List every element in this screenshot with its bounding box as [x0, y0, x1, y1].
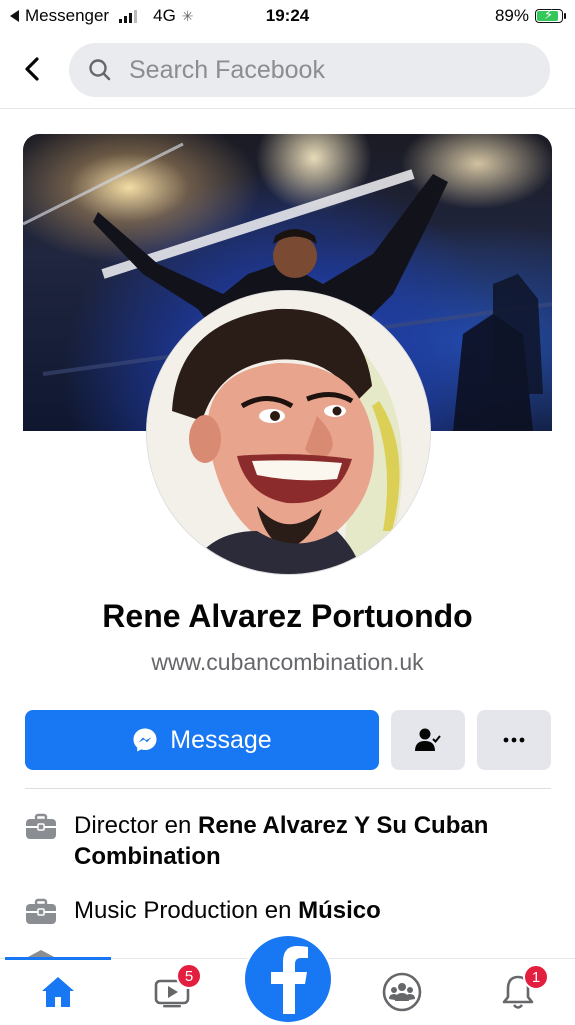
profile-name: Rene Alvarez Portuondo [102, 598, 473, 634]
info-prefix: Director en [74, 812, 199, 839]
briefcase-icon [26, 813, 56, 839]
tab-home[interactable] [28, 967, 88, 1017]
watch-badge: 5 [176, 963, 202, 989]
notifications-badge: 1 [523, 964, 549, 990]
message-button-label: Message [170, 725, 272, 754]
status-bar: Messenger 4G ✳ 19:24 89% ⚡ [0, 0, 575, 32]
briefcase-icon [26, 898, 56, 924]
clock: 19:24 [265, 6, 310, 25]
search-bar[interactable] [69, 43, 550, 97]
messenger-icon [133, 728, 157, 752]
more-dots-icon [503, 737, 525, 743]
chevron-left-icon [25, 57, 39, 81]
tab-watch[interactable]: 5 [142, 963, 202, 1017]
info-prefix: Music Production en [74, 897, 299, 924]
tab-groups[interactable] [372, 967, 432, 1017]
divider [25, 788, 551, 789]
facebook-logo-button[interactable] [245, 936, 331, 1022]
charging-bolt-icon: ⚡ [544, 7, 554, 22]
search-icon [89, 59, 111, 81]
person-check-icon [415, 728, 441, 751]
back-button[interactable] [18, 54, 48, 84]
top-bar [0, 40, 575, 109]
info-item-work: Music Production en Músico [25, 895, 551, 926]
info-text: Music Production en Músico [74, 895, 381, 926]
facebook-logo-icon [271, 946, 308, 1014]
info-text: Director en Rene Alvarez Y Su Cuban Comb… [74, 810, 551, 872]
friend-status-button[interactable] [391, 710, 465, 770]
home-icon [42, 977, 74, 1007]
message-button[interactable]: Message [25, 710, 379, 770]
info-item-work: Director en Rene Alvarez Y Su Cuban Comb… [25, 810, 551, 872]
info-workplace-link[interactable]: Músico [298, 897, 381, 924]
tab-notifications[interactable]: 1 [488, 964, 549, 1017]
profile-picture[interactable] [147, 291, 430, 574]
more-options-button[interactable] [477, 710, 551, 770]
search-input[interactable] [127, 54, 531, 86]
battery-icon: ⚡ [535, 7, 566, 23]
battery-percent: 89% [494, 6, 529, 25]
active-tab-indicator [5, 957, 111, 960]
groups-icon [382, 972, 422, 1012]
profile-website-link[interactable]: www.cubancombination.uk [0, 649, 575, 676]
